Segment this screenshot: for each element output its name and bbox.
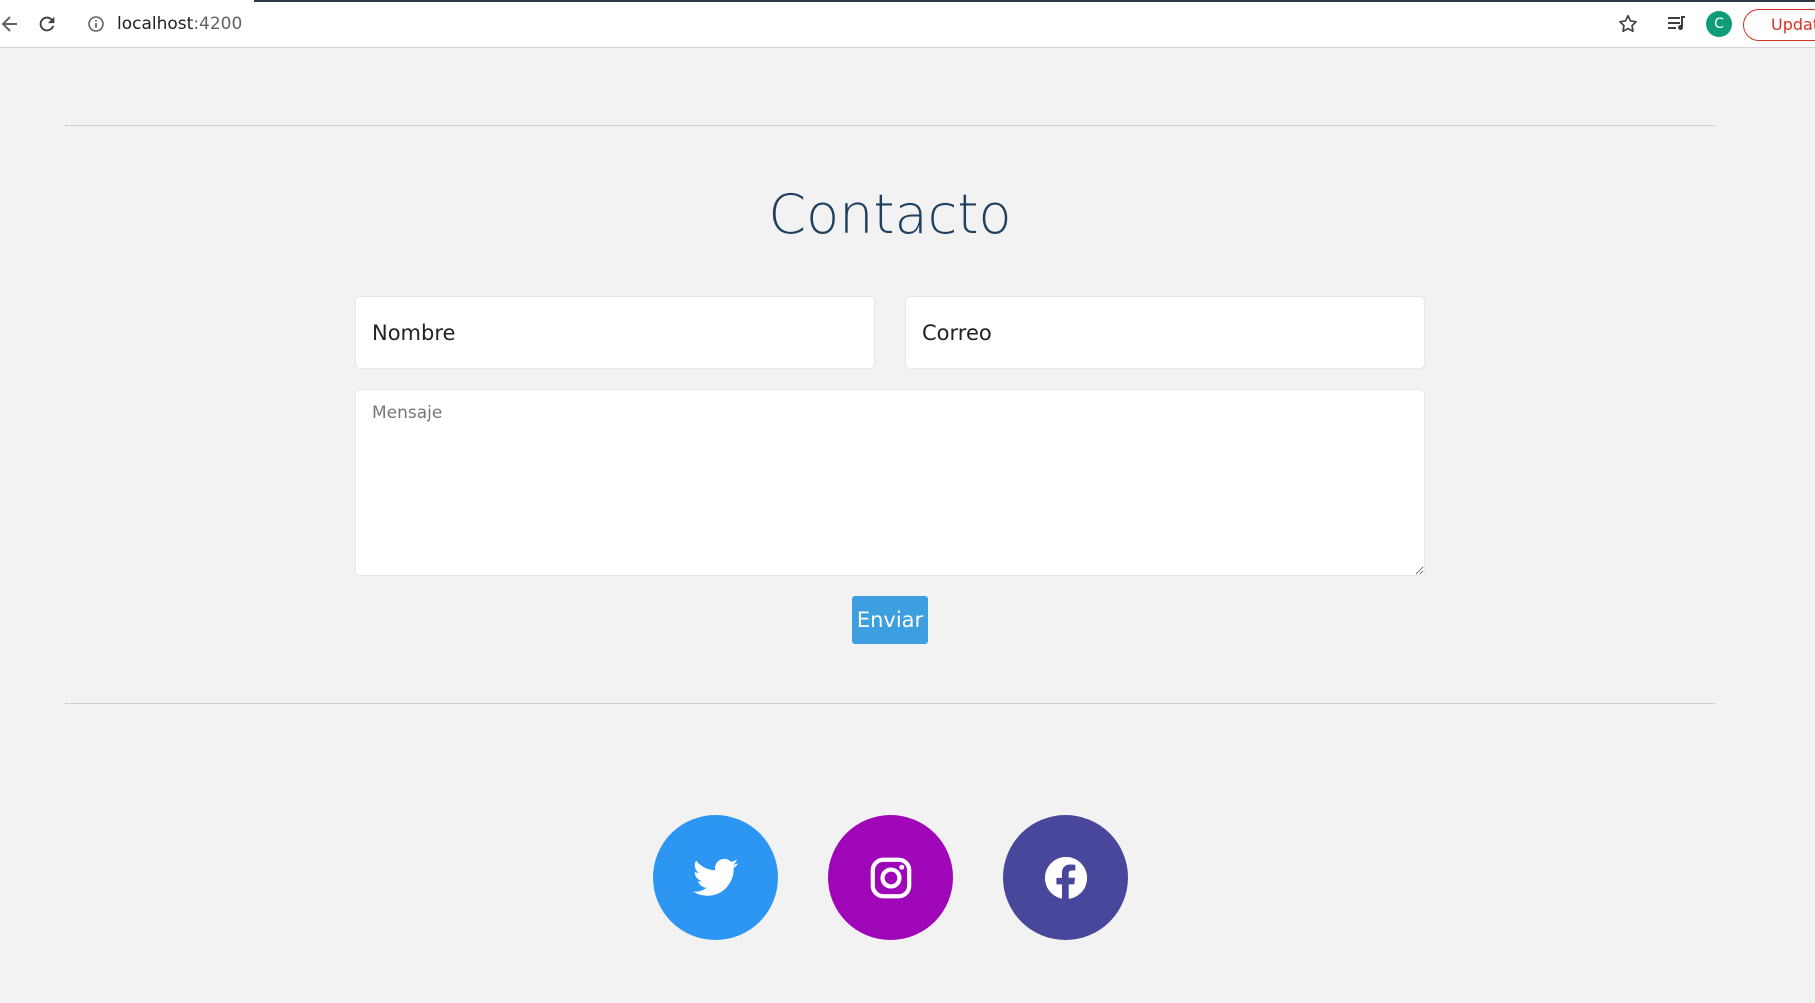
media-queue-icon[interactable] bbox=[1666, 13, 1690, 35]
back-arrow-icon[interactable] bbox=[0, 14, 18, 34]
url-port: :4200 bbox=[193, 14, 243, 34]
profile-avatar[interactable]: C bbox=[1706, 11, 1732, 37]
top-divider bbox=[65, 125, 1715, 126]
send-button[interactable]: Enviar bbox=[852, 596, 928, 644]
name-field[interactable] bbox=[355, 296, 875, 369]
update-button[interactable]: Update bbox=[1743, 9, 1815, 41]
address-bar[interactable]: localhost:4200 bbox=[117, 14, 242, 34]
loading-bar bbox=[254, 0, 1815, 2]
facebook-icon bbox=[1044, 856, 1087, 901]
facebook-button[interactable] bbox=[1003, 815, 1128, 940]
twitter-icon bbox=[692, 858, 738, 896]
browser-toolbar: localhost:4200 C Update bbox=[0, 0, 1815, 48]
twitter-button[interactable] bbox=[653, 815, 778, 940]
email-field[interactable] bbox=[905, 296, 1425, 369]
message-field[interactable] bbox=[355, 389, 1425, 576]
bookmark-star-icon[interactable] bbox=[1617, 13, 1639, 35]
url-host: localhost bbox=[117, 14, 194, 34]
site-info-icon[interactable] bbox=[87, 15, 105, 33]
instagram-icon bbox=[870, 857, 911, 898]
instagram-button[interactable] bbox=[828, 815, 953, 940]
bottom-divider bbox=[65, 703, 1715, 704]
reload-icon[interactable] bbox=[36, 13, 58, 35]
page-title: Contacto bbox=[768, 183, 1012, 246]
